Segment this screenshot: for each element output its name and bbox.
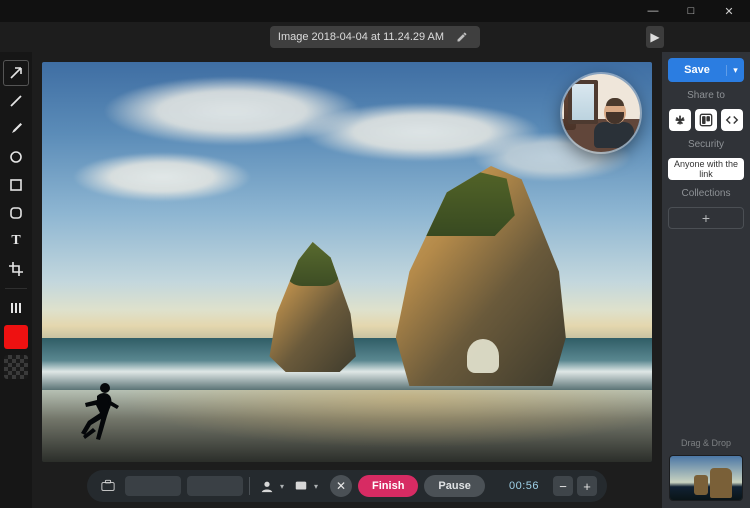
security-select[interactable]: Anyone with the link [668,158,744,180]
filename-text: Image 2018-04-04 at 11.24.29 AM [278,31,444,43]
tool-text[interactable]: T [3,228,29,254]
window-close-button[interactable]: ✕ [710,0,748,22]
next-image-button[interactable]: ▶ [646,26,664,48]
tool-rectangle[interactable] [3,172,29,198]
tool-round-rectangle[interactable] [3,200,29,226]
edit-filename-icon[interactable] [452,31,472,43]
window-maximize-button[interactable]: □ [672,0,710,22]
tool-brush[interactable] [3,116,29,142]
canvas-stage: ▾ ▾ ✕ Finish Pause 00:56 − + [32,52,662,508]
share-trello-button[interactable] [695,109,717,131]
topbar: Image 2018-04-04 at 11.24.29 AM ▶ [0,22,750,52]
foreground-color-swatch[interactable] [4,325,28,349]
right-panel: Save ▾ Share to Security Anyone with the… [662,52,750,508]
drag-drop-label: Drag & Drop [681,438,731,448]
add-collection-button[interactable]: + [668,207,744,229]
share-to-label: Share to [687,90,725,101]
share-slack-button[interactable] [669,109,691,131]
collections-label: Collections [682,188,731,199]
window-titlebar: — □ ✕ [0,0,750,22]
recbar-mic-menu[interactable]: ▾ [314,482,318,491]
background-color-swatch[interactable] [4,355,28,379]
recbar-capture-icon[interactable] [97,475,119,497]
tool-separator [5,288,27,289]
recbar-zoom-in[interactable]: + [577,476,597,496]
recbar-cancel-button[interactable]: ✕ [330,475,352,497]
share-embed-button[interactable] [721,109,743,131]
tool-arrow[interactable] [3,60,29,86]
save-button-label: Save [668,64,726,76]
security-label: Security [688,139,724,150]
recording-bar: ▾ ▾ ✕ Finish Pause 00:56 − + [87,470,607,502]
recbar-region-2[interactable] [187,476,243,496]
thumbnail-preview[interactable] [670,456,742,500]
tool-ellipse[interactable] [3,144,29,170]
tool-crop[interactable] [3,256,29,282]
recbar-webcam-menu[interactable]: ▾ [280,482,284,491]
tool-sidebar: T [0,52,32,508]
save-button[interactable]: Save ▾ [668,58,744,82]
recbar-timer: 00:56 [495,480,539,492]
tool-line[interactable] [3,88,29,114]
webcam-overlay[interactable] [562,74,640,152]
recbar-mic-toggle[interactable] [290,475,312,497]
runner-silhouette [79,380,125,442]
tool-columns[interactable] [3,295,29,321]
filename-field[interactable]: Image 2018-04-04 at 11.24.29 AM [270,26,480,48]
canvas-image[interactable] [42,62,652,462]
recbar-finish-button[interactable]: Finish [358,475,418,497]
save-button-dropdown[interactable]: ▾ [726,65,744,76]
window-minimize-button[interactable]: — [634,0,672,22]
recbar-zoom-out[interactable]: − [553,476,573,496]
recbar-region-1[interactable] [125,476,181,496]
recbar-pause-button[interactable]: Pause [424,475,484,497]
recbar-webcam-toggle[interactable] [256,475,278,497]
